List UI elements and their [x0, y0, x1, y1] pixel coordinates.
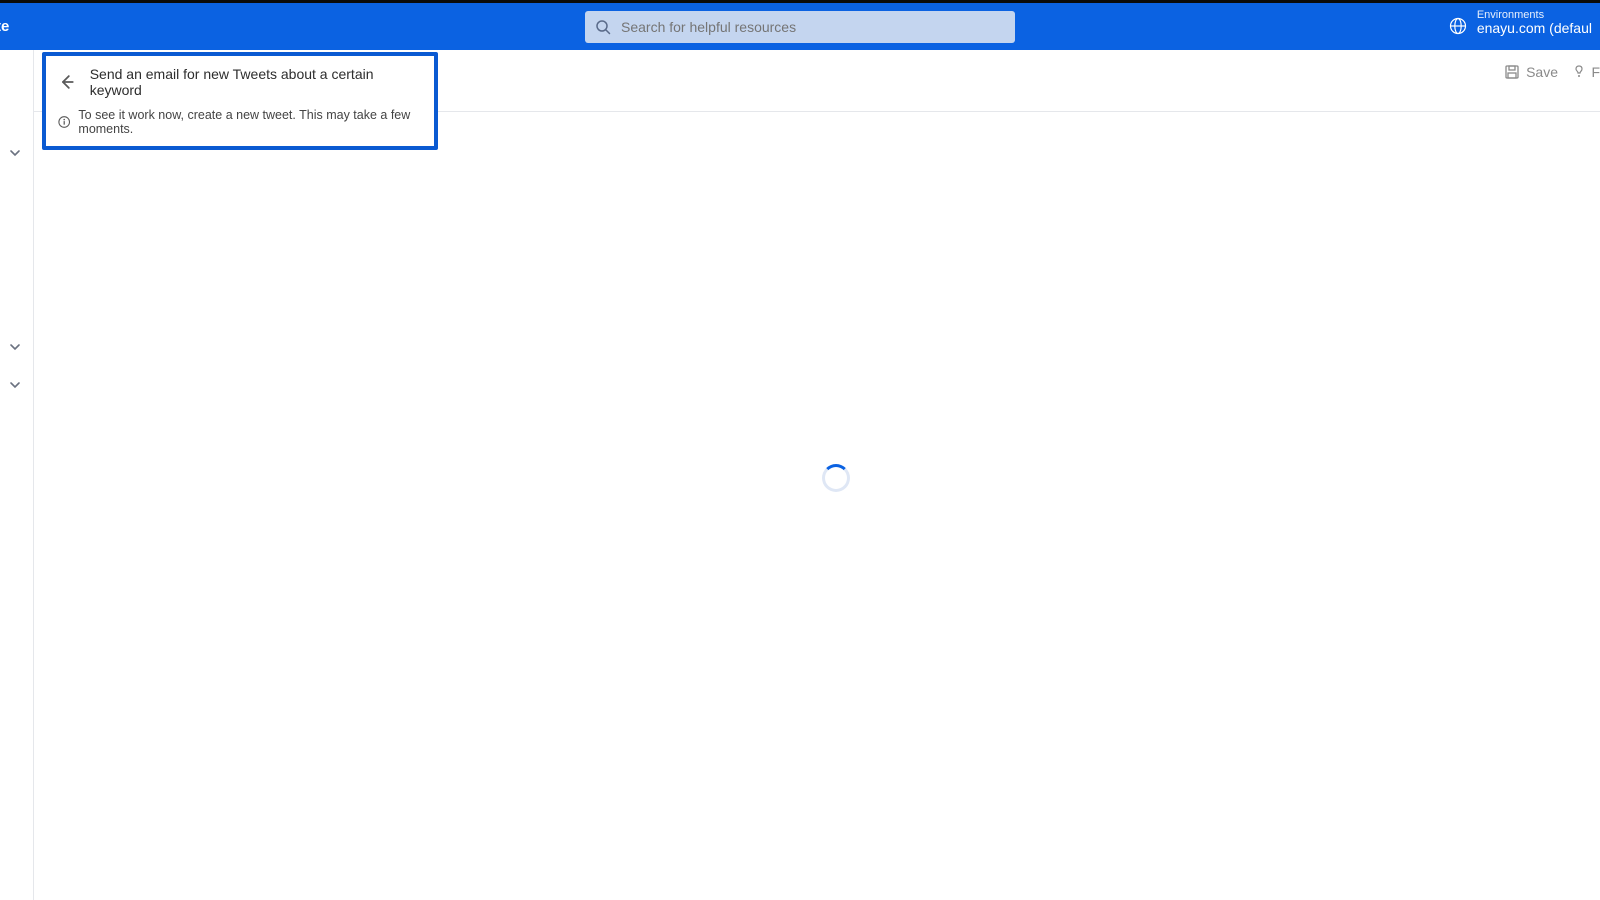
chevron-down-icon[interactable]	[8, 340, 22, 359]
save-label: Save	[1526, 64, 1558, 80]
environment-text: Environments enayu.com (defaul	[1477, 9, 1592, 36]
brand-text-fragment: te	[0, 18, 9, 35]
chevron-down-icon[interactable]	[8, 378, 22, 397]
flow-checker-button-fragment[interactable]: F	[1571, 64, 1600, 80]
top-app-bar: te Environments enayu.com (defaul	[0, 0, 1600, 50]
chevron-down-icon[interactable]	[8, 146, 22, 165]
loading-spinner-icon	[822, 464, 850, 492]
environments-label: Environments	[1477, 9, 1592, 21]
search-icon	[595, 19, 611, 35]
environment-picker[interactable]: Environments enayu.com (defaul	[1449, 9, 1592, 36]
save-button[interactable]: Save	[1504, 64, 1558, 80]
flow-info-text: To see it work now, create a new tweet. …	[78, 108, 424, 136]
globe-icon	[1449, 17, 1467, 35]
search-input[interactable]	[621, 19, 1005, 35]
flow-title-callout: Send an email for new Tweets about a cer…	[42, 52, 438, 150]
environment-name: enayu.com (defaul	[1477, 21, 1592, 36]
flow-checker-icon	[1571, 64, 1587, 80]
designer-canvas	[34, 112, 1600, 900]
left-collapse-rail	[0, 50, 34, 900]
info-icon	[58, 115, 70, 129]
flow-fragment-text: F	[1591, 64, 1600, 80]
save-icon	[1504, 64, 1520, 80]
global-search[interactable]	[585, 11, 1015, 43]
back-arrow-icon[interactable]	[58, 73, 76, 91]
flow-title[interactable]: Send an email for new Tweets about a cer…	[90, 66, 424, 98]
